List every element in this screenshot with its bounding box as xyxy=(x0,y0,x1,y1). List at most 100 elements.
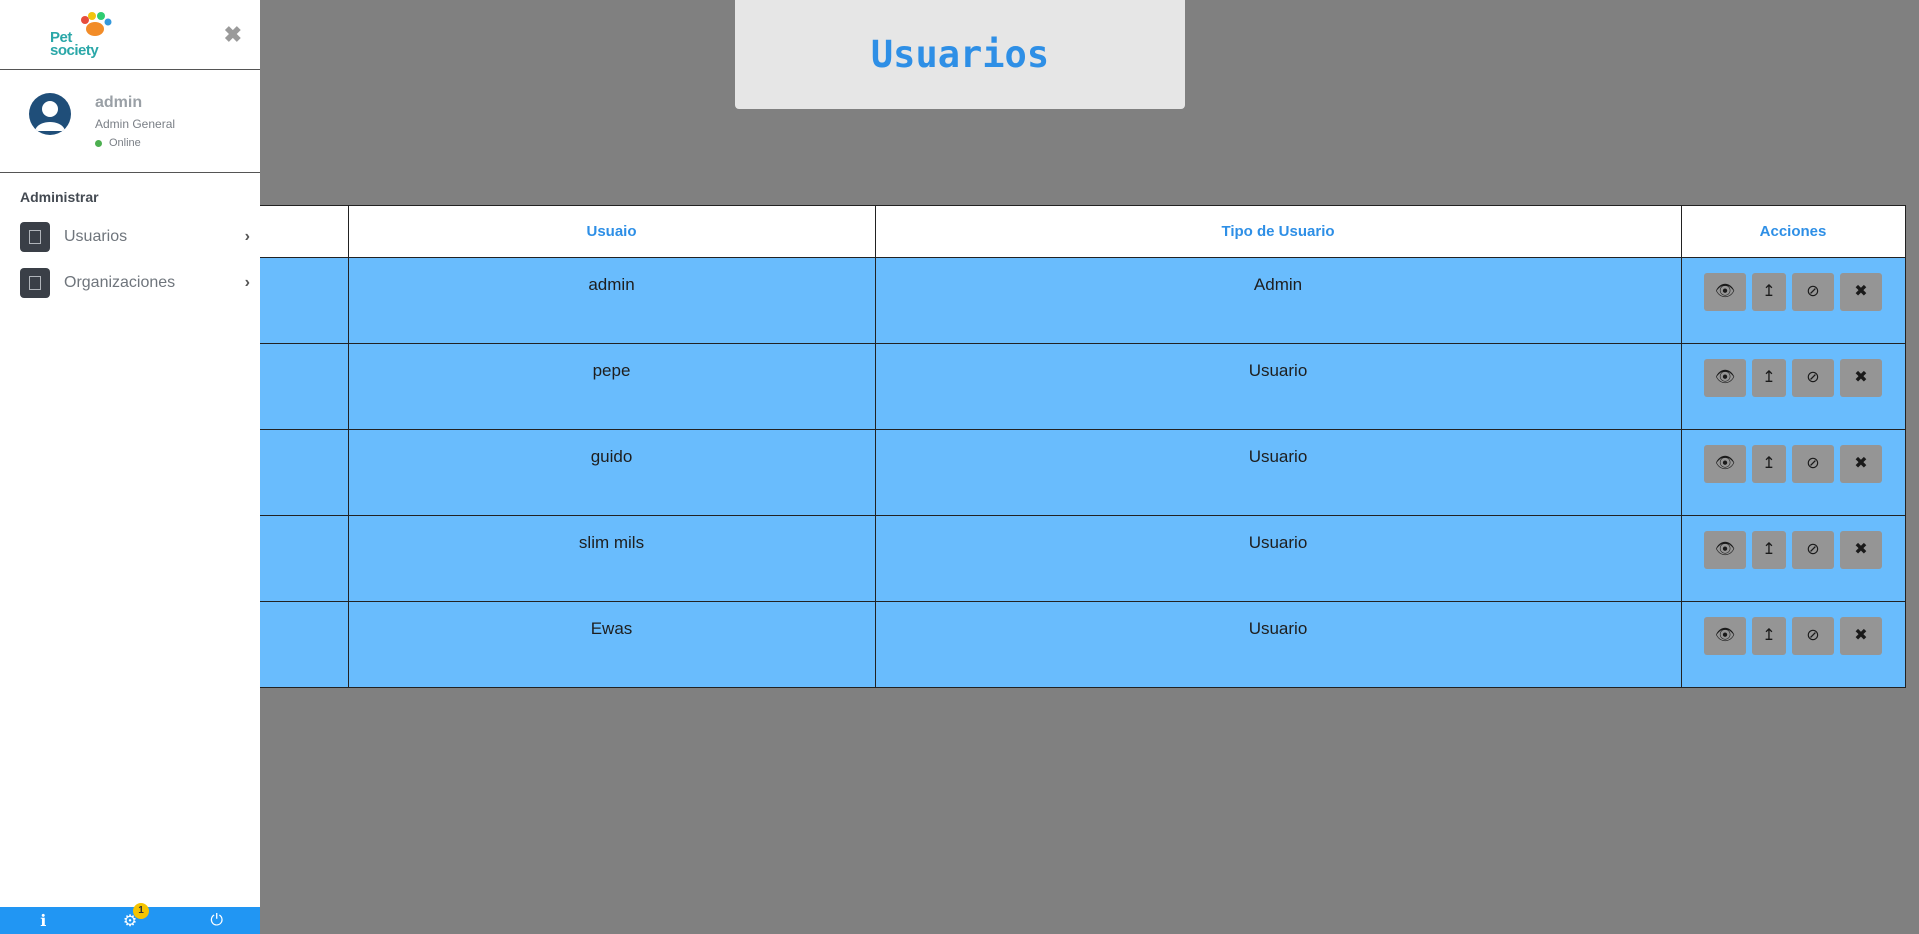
actions-cell: 👁 ↥ ⊘ ✖ xyxy=(1680,257,1906,344)
block-button[interactable]: ⊘ xyxy=(1792,531,1834,569)
page-title: Usuarios xyxy=(870,33,1050,76)
brand-line-2: society xyxy=(50,42,99,59)
view-button[interactable]: 👁 xyxy=(1704,359,1746,397)
chevron-right-icon: › xyxy=(244,228,250,245)
table-header-row: Usuaio Tipo de Usuario Acciones xyxy=(260,205,1906,258)
brand-name: Pet society xyxy=(50,30,99,59)
promote-button[interactable]: ↥ xyxy=(1752,359,1786,397)
actions-cell: 👁 ↥ ⊘ ✖ xyxy=(1680,429,1906,516)
actions-cell: 👁 ↥ ⊘ ✖ xyxy=(1680,343,1906,430)
user-status: Online xyxy=(95,137,141,149)
delete-icon: ✖ xyxy=(1854,283,1868,300)
document-icon xyxy=(20,222,50,252)
page-title-card: Usuarios xyxy=(735,0,1185,109)
settings-button[interactable]: ⚙ 1 xyxy=(115,902,149,931)
promote-button[interactable]: ↥ xyxy=(1752,531,1786,569)
block-icon: ⊘ xyxy=(1806,541,1820,558)
username-cell: pepe xyxy=(347,343,876,430)
users-table-container: Usuaio Tipo de Usuario Acciones admin Ad… xyxy=(260,205,1906,688)
document-icon xyxy=(20,268,50,298)
delete-button[interactable]: ✖ xyxy=(1840,445,1882,483)
user-role: Admin General xyxy=(95,117,176,131)
eye-icon: 👁 xyxy=(1714,541,1736,558)
user-type-cell: Usuario xyxy=(874,343,1682,430)
sidebar-item-label: Organizaciones xyxy=(64,274,176,291)
delete-button[interactable]: ✖ xyxy=(1840,273,1882,311)
close-icon[interactable]: ✖ xyxy=(224,22,242,48)
sidebar-bottom-bar: ℹ ⚙ 1 ⏻ xyxy=(0,902,260,934)
promote-icon: ↥ xyxy=(1762,541,1776,558)
online-dot-icon xyxy=(95,139,102,147)
view-button[interactable]: 👁 xyxy=(1704,617,1746,655)
table-row: pepe Usuario 👁 ↥ ⊘ ✖ xyxy=(260,343,1906,430)
username-cell: admin xyxy=(347,257,876,344)
delete-button[interactable]: ✖ xyxy=(1840,617,1882,655)
actions-cell: 👁 ↥ ⊘ ✖ xyxy=(1680,601,1906,688)
chevron-right-icon: › xyxy=(244,274,250,291)
row-cell xyxy=(260,257,349,344)
promote-button[interactable]: ↥ xyxy=(1752,445,1786,483)
logo-area: Pet society ✖ xyxy=(0,0,260,70)
info-icon[interactable]: ℹ xyxy=(28,911,58,931)
column-header-usuario: Usuaio xyxy=(347,205,876,258)
promote-icon: ↥ xyxy=(1762,627,1776,644)
block-icon: ⊘ xyxy=(1806,627,1820,644)
user-type-cell: Usuario xyxy=(874,601,1682,688)
eye-icon: 👁 xyxy=(1714,283,1736,300)
user-avatar-icon xyxy=(29,93,71,135)
sidebar: Pet society ✖ admin Admin General Online… xyxy=(0,0,260,934)
promote-button[interactable]: ↥ xyxy=(1752,273,1786,311)
view-button[interactable]: 👁 xyxy=(1704,273,1746,311)
block-button[interactable]: ⊘ xyxy=(1792,617,1834,655)
user-panel: admin Admin General Online xyxy=(0,70,260,173)
sidebar-item-organizaciones[interactable]: Organizaciones › xyxy=(20,268,250,298)
view-button[interactable]: 👁 xyxy=(1704,531,1746,569)
block-icon: ⊘ xyxy=(1806,369,1820,386)
promote-icon: ↥ xyxy=(1762,369,1776,386)
promote-button[interactable]: ↥ xyxy=(1752,617,1786,655)
table-row: slim mils Usuario 👁 ↥ ⊘ ✖ xyxy=(260,515,1906,602)
user-name: admin xyxy=(95,94,143,111)
row-cell xyxy=(260,515,349,602)
section-title-administrar: Administrar xyxy=(20,189,99,205)
table-row: guido Usuario 👁 ↥ ⊘ ✖ xyxy=(260,429,1906,516)
delete-icon: ✖ xyxy=(1854,455,1868,472)
block-icon: ⊘ xyxy=(1806,283,1820,300)
eye-icon: 👁 xyxy=(1714,455,1736,472)
power-icon[interactable]: ⏻ xyxy=(202,912,232,930)
user-type-cell: Usuario xyxy=(874,515,1682,602)
column-header-tipo: Tipo de Usuario xyxy=(874,205,1682,258)
sidebar-item-usuarios[interactable]: Usuarios › xyxy=(20,222,250,252)
view-button[interactable]: 👁 xyxy=(1704,445,1746,483)
delete-icon: ✖ xyxy=(1854,369,1868,386)
block-button[interactable]: ⊘ xyxy=(1792,273,1834,311)
user-status-label: Online xyxy=(109,137,141,149)
user-type-cell: Admin xyxy=(874,257,1682,344)
notification-badge: 1 xyxy=(132,902,149,919)
table-row: Ewas Usuario 👁 ↥ ⊘ ✖ xyxy=(260,601,1906,688)
promote-icon: ↥ xyxy=(1762,455,1776,472)
block-icon: ⊘ xyxy=(1806,455,1820,472)
promote-icon: ↥ xyxy=(1762,283,1776,300)
delete-icon: ✖ xyxy=(1854,627,1868,644)
block-button[interactable]: ⊘ xyxy=(1792,359,1834,397)
block-button[interactable]: ⊘ xyxy=(1792,445,1834,483)
row-cell xyxy=(260,601,349,688)
user-type-cell: Usuario xyxy=(874,429,1682,516)
column-header xyxy=(260,205,349,258)
sidebar-item-label: Usuarios xyxy=(64,228,128,245)
row-cell xyxy=(260,343,349,430)
actions-cell: 👁 ↥ ⊘ ✖ xyxy=(1680,515,1906,602)
username-cell: Ewas xyxy=(347,601,876,688)
delete-button[interactable]: ✖ xyxy=(1840,359,1882,397)
pet-society-logo: Pet society xyxy=(48,12,112,58)
eye-icon: 👁 xyxy=(1714,369,1736,386)
username-cell: guido xyxy=(347,429,876,516)
delete-button[interactable]: ✖ xyxy=(1840,531,1882,569)
username-cell: slim mils xyxy=(347,515,876,602)
delete-icon: ✖ xyxy=(1854,541,1868,558)
column-header-acciones: Acciones xyxy=(1680,205,1906,258)
eye-icon: 👁 xyxy=(1714,627,1736,644)
row-cell xyxy=(260,429,349,516)
table-row: admin Admin 👁 ↥ ⊘ ✖ xyxy=(260,257,1906,344)
